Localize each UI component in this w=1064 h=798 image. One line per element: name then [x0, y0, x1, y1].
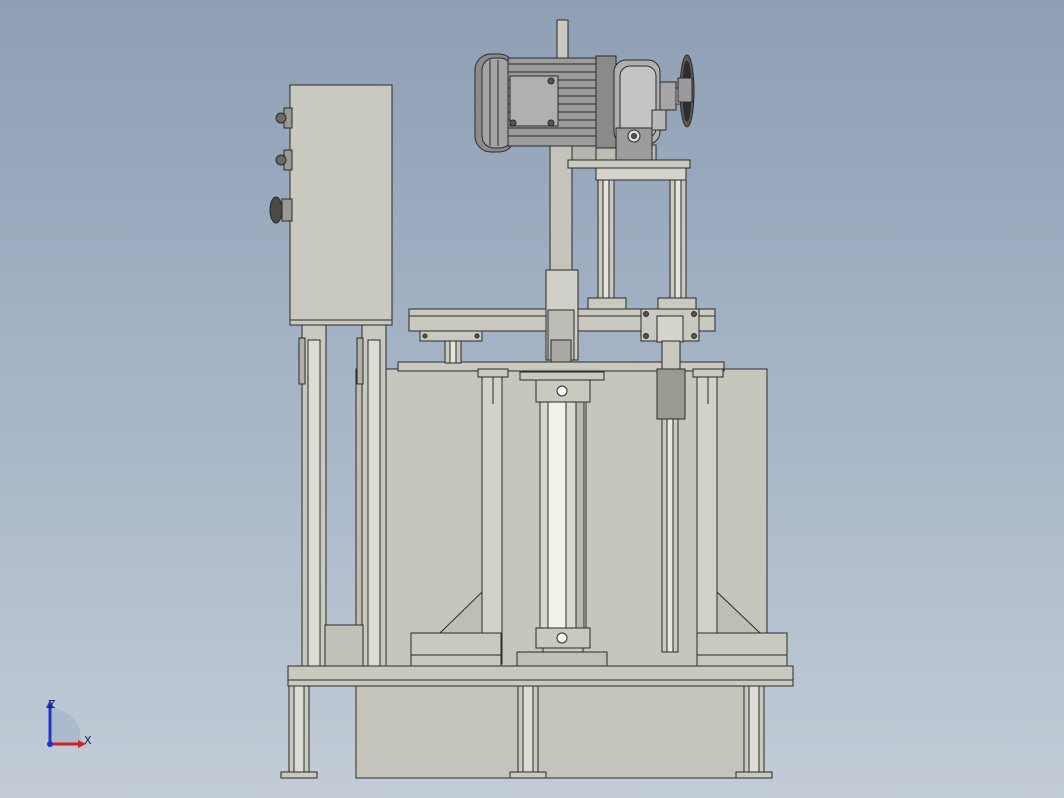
base-frame	[280, 665, 794, 779]
machine-model[interactable]	[0, 0, 1064, 798]
z-axis-label: Z	[48, 698, 56, 711]
axis-triad: Z X	[46, 698, 92, 748]
control-box	[269, 84, 393, 667]
motor	[474, 53, 617, 153]
gearbox	[613, 59, 677, 161]
sprocket	[675, 54, 695, 128]
cad-viewport[interactable]: Z X	[0, 0, 1064, 798]
x-axis-label: X	[84, 734, 92, 747]
